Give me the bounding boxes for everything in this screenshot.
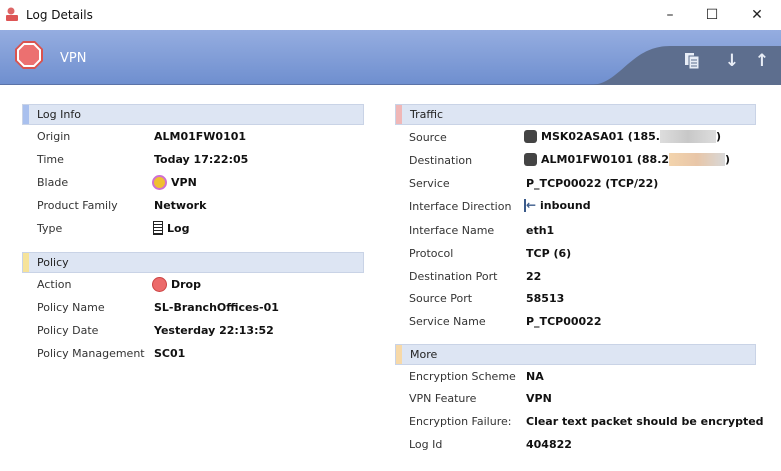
action-value: Drop bbox=[152, 277, 201, 292]
interface-direction-label: Interface Direction bbox=[409, 200, 512, 213]
banner-title: VPN bbox=[60, 51, 87, 66]
policy-name-label: Policy Name bbox=[37, 301, 105, 314]
interface-name-label: Interface Name bbox=[409, 224, 495, 237]
product-family-value: Network bbox=[154, 199, 207, 212]
blade-text: VPN bbox=[171, 176, 197, 189]
origin-label: Origin bbox=[37, 130, 71, 143]
type-value: Log bbox=[153, 221, 189, 235]
service-value: P_TCP00022 (TCP/22) bbox=[526, 177, 659, 190]
destination-port-value: 22 bbox=[526, 270, 542, 283]
policy-date-value: Yesterday 22:13:52 bbox=[154, 324, 274, 337]
globe-icon bbox=[524, 130, 537, 143]
time-value: Today 17:22:05 bbox=[154, 153, 249, 166]
maximize-button[interactable]: ☐ bbox=[697, 4, 727, 26]
previous-log-button[interactable]: ↑ bbox=[751, 50, 773, 72]
destination-port-label: Destination Port bbox=[409, 270, 498, 283]
destination-suffix: ) bbox=[725, 153, 731, 166]
globe-icon bbox=[524, 153, 537, 166]
log-id-value: 404822 bbox=[526, 438, 572, 451]
vpn-lock-icon bbox=[152, 175, 167, 190]
service-name-value: P_TCP00022 bbox=[526, 315, 602, 328]
vpn-feature-value: VPN bbox=[526, 392, 552, 405]
copy-button[interactable] bbox=[681, 50, 703, 72]
document-icon bbox=[153, 221, 163, 235]
copy-icon bbox=[685, 53, 700, 70]
source-port-label: Source Port bbox=[409, 292, 473, 305]
service-label: Service bbox=[409, 177, 450, 190]
time-label: Time bbox=[37, 153, 64, 166]
source-suffix: ) bbox=[715, 130, 721, 143]
minimize-button[interactable]: – bbox=[655, 4, 685, 26]
source-text: MSK02ASA01 (185. bbox=[541, 130, 660, 143]
redacted-ip bbox=[669, 153, 726, 166]
blade-label: Blade bbox=[37, 176, 69, 189]
policy-name-value[interactable]: SL-BranchOffices-01 bbox=[154, 301, 279, 314]
type-label: Type bbox=[37, 222, 63, 235]
stop-sign-icon bbox=[15, 41, 43, 69]
action-label: Action bbox=[37, 278, 72, 291]
log-details-app-icon bbox=[6, 7, 18, 21]
product-family-label: Product Family bbox=[37, 199, 118, 212]
protocol-value: TCP (6) bbox=[526, 247, 572, 260]
destination-label: Destination bbox=[409, 154, 473, 167]
vpn-feature-label: VPN Feature bbox=[409, 392, 477, 405]
interface-direction-value: ← inbound bbox=[524, 199, 591, 212]
source-label: Source bbox=[409, 131, 447, 144]
action-text: Drop bbox=[171, 278, 201, 291]
protocol-label: Protocol bbox=[409, 247, 454, 260]
interface-name-value: eth1 bbox=[526, 224, 555, 237]
inbound-arrow-icon: ← bbox=[524, 198, 537, 212]
origin-value: ALM01FW0101 bbox=[154, 130, 247, 143]
source-port-value: 58513 bbox=[526, 292, 565, 305]
destination-text: ALM01FW0101 (88.2 bbox=[541, 153, 670, 166]
source-value[interactable]: MSK02ASA01 (185.) bbox=[524, 130, 721, 143]
window-title: Log Details bbox=[26, 8, 93, 22]
redacted-ip bbox=[659, 130, 716, 143]
encryption-scheme-label: Encryption Scheme bbox=[409, 370, 516, 383]
policy-date-label: Policy Date bbox=[37, 324, 99, 337]
encryption-failure-value: Clear text packet should be encrypted bbox=[526, 415, 764, 428]
section-header-more: More bbox=[395, 344, 756, 365]
policy-management-label: Policy Management bbox=[37, 347, 145, 360]
drop-icon bbox=[152, 277, 167, 292]
title-bar: Log Details – ☐ ✕ bbox=[0, 0, 781, 30]
encryption-failure-label: Encryption Failure: bbox=[409, 415, 512, 428]
section-header-log-info: Log Info bbox=[22, 104, 364, 125]
service-name-label: Service Name bbox=[409, 315, 486, 328]
policy-management-value: SC01 bbox=[154, 347, 186, 360]
interface-direction-text: inbound bbox=[540, 199, 591, 212]
type-text: Log bbox=[167, 221, 190, 235]
section-header-policy: Policy bbox=[22, 252, 364, 273]
next-log-button[interactable]: ↓ bbox=[721, 50, 743, 72]
blade-value: VPN bbox=[152, 175, 197, 190]
log-id-label: Log Id bbox=[409, 438, 443, 451]
destination-value[interactable]: ALM01FW0101 (88.2) bbox=[524, 153, 730, 166]
section-header-traffic: Traffic bbox=[395, 104, 756, 125]
encryption-scheme-value: NA bbox=[526, 370, 544, 383]
close-button[interactable]: ✕ bbox=[742, 4, 772, 26]
